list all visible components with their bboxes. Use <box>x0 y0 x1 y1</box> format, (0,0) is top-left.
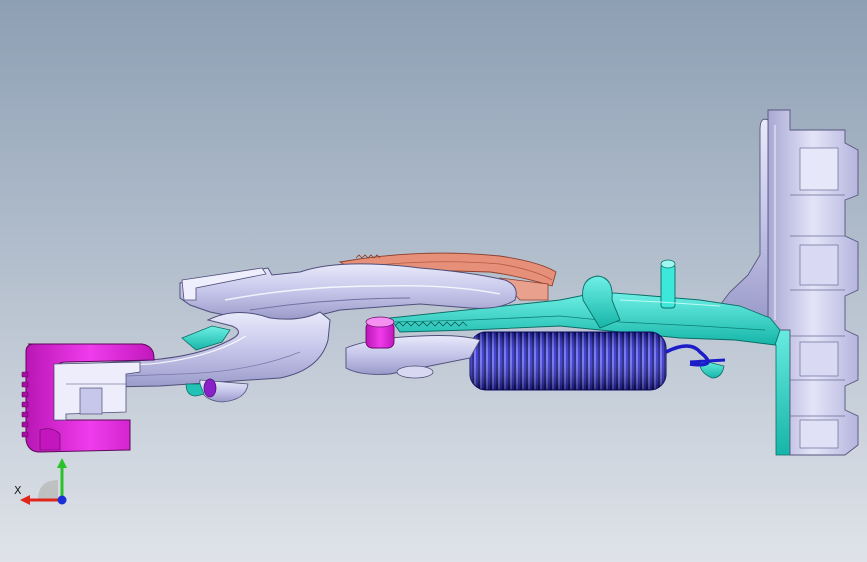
assembly-model[interactable] <box>0 0 867 562</box>
y-axis-head <box>57 458 67 468</box>
orientation-triad[interactable]: X <box>12 458 76 510</box>
cad-viewport[interactable]: X <box>0 0 867 562</box>
x-axis-label: X <box>14 484 22 497</box>
triad-plane <box>38 480 58 500</box>
z-axis-dot <box>57 495 67 505</box>
